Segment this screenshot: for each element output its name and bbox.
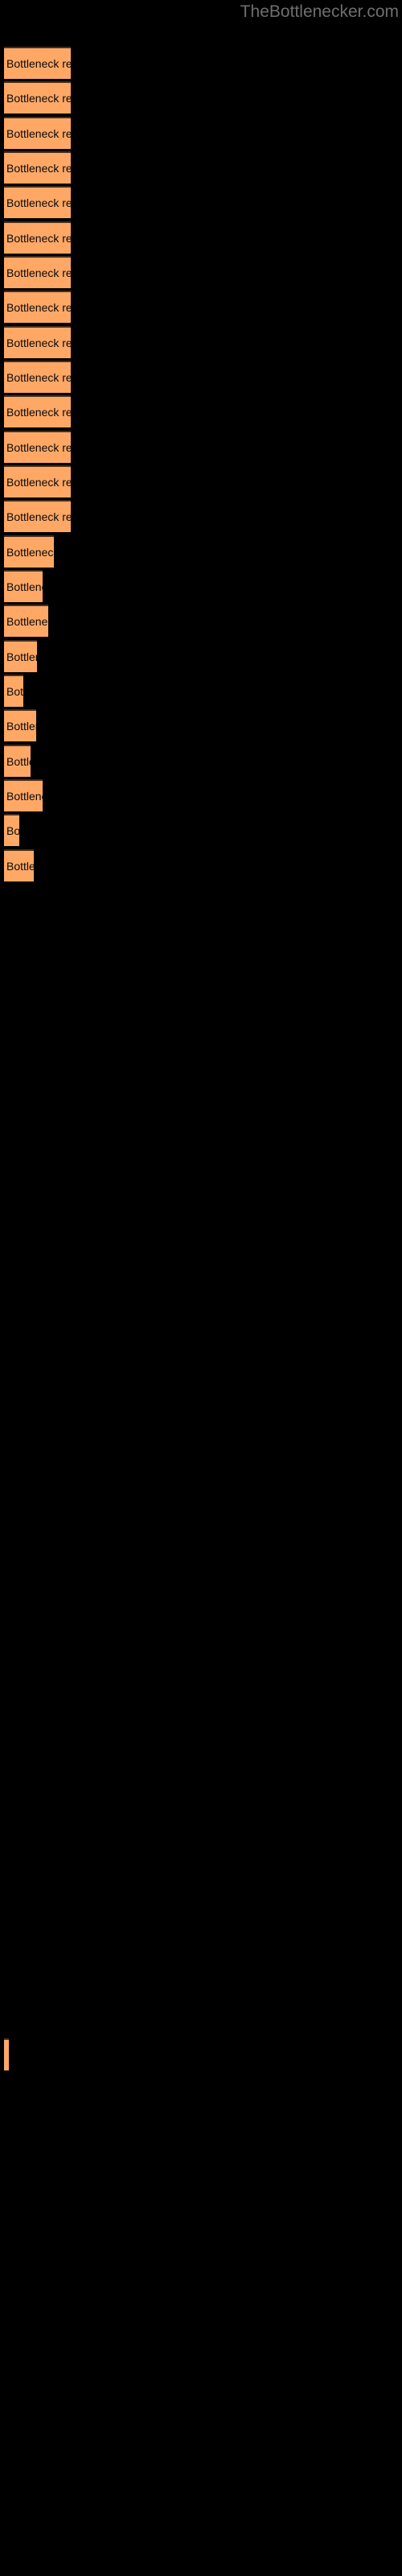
bar-label: Bottleneck result [6, 650, 37, 663]
bar-row: Bottleneck result [0, 151, 402, 184]
bar-bottleneck-result[interactable]: Bottleneck result [4, 151, 71, 184]
bar-row: Bottleneck result [0, 326, 402, 358]
bar-label: Bottleneck result [6, 546, 54, 559]
bottleneck-chart-root: TheBottlenecker.com Bottleneck resultBot… [0, 0, 402, 2576]
bar-row: Bottleneck result [0, 779, 402, 811]
bar-row: Bottleneck result [0, 395, 402, 427]
bar-bottleneck-result[interactable]: Bottleneck result [4, 186, 71, 218]
bar-row: Bottleneck result [0, 709, 402, 741]
bar-bottleneck-result[interactable]: Bottleneck result [4, 221, 71, 254]
bar-bottleneck-result[interactable]: Bottleneck result [4, 814, 19, 846]
bar-label: Bottleneck result [6, 510, 71, 523]
bar-label: Bottleneck result [6, 790, 43, 803]
bar-bottleneck-result[interactable]: Bottleneck result [4, 709, 36, 741]
bar-bottleneck-result[interactable]: Bottleneck result [4, 291, 71, 323]
bar-label: Bottleneck result [6, 755, 31, 768]
bar-bottleneck-result[interactable]: Bottleneck result [4, 779, 43, 811]
bar-bottleneck-result[interactable]: Bottleneck result [4, 47, 71, 79]
bar-bottleneck-result[interactable]: Bottleneck result [4, 431, 71, 463]
bar-row: Bottleneck result [0, 361, 402, 393]
bar-label: Bottleneck result [6, 162, 71, 175]
bar-label: Bottleneck result [6, 301, 71, 314]
bar-bottleneck-result[interactable]: Bottleneck result [4, 535, 54, 568]
bar-row: Bottleneck result [0, 675, 402, 707]
bar-bottleneck-result[interactable]: Bottleneck result [4, 640, 37, 672]
bar-row: Bottleneck result [0, 849, 402, 881]
bar-bottleneck-result[interactable]: Bottleneck result [4, 465, 71, 497]
bar-bottleneck-result[interactable]: Bottleneck result [4, 570, 43, 602]
bar-row: Bottleneck result [0, 256, 402, 288]
bar-row: Bottleneck result [0, 535, 402, 568]
bar-label: Bottleneck result [6, 371, 71, 384]
bar-label: Bottleneck result [6, 615, 48, 628]
bar-label: Bottleneck result [6, 824, 19, 837]
bar-bottleneck-result[interactable]: Bottleneck result [4, 256, 71, 288]
bar-label: Bottleneck result [6, 127, 71, 140]
bar-label: Bottleneck result [6, 232, 71, 245]
bar-label: Bottleneck result [6, 92, 71, 105]
bar-label: Bottleneck result [6, 441, 71, 454]
bar-label: Bottleneck result [6, 336, 71, 349]
bar-row: Bottleneck result [0, 117, 402, 149]
bar-bottleneck-result[interactable]: Bottleneck result [4, 745, 31, 777]
bar-label: Bottleneck result [6, 266, 71, 279]
bar-bottleneck-result[interactable]: Bottleneck result [4, 81, 71, 114]
bar-row: Bottleneck result [0, 221, 402, 254]
bar-row: Bottleneck result [0, 640, 402, 672]
bar-row: Bottleneck result [0, 814, 402, 846]
bar-row: Bottleneck result [0, 291, 402, 323]
bar-bottleneck-result[interactable]: Bottleneck result [4, 849, 34, 881]
bar-bottleneck-result[interactable]: Bottleneck result [4, 605, 48, 637]
bar-bottleneck-result[interactable]: Bottleneck result [4, 675, 23, 707]
bar-label: Bottleneck result [6, 406, 71, 419]
bar-label: Bottleneck result [6, 196, 71, 209]
bar-label: Bottleneck result [6, 685, 23, 698]
bar-row: Bottleneck result [0, 186, 402, 218]
bar-label: Bottleneck result [6, 476, 71, 489]
bar-label: Bottleneck result [6, 57, 71, 70]
bar-row: Bottleneck result [0, 431, 402, 463]
bar-row: Bottleneck result [0, 745, 402, 777]
bar-row: Bottleneck result [0, 2038, 402, 2070]
bar-bottleneck-result[interactable]: Bottleneck result [4, 2038, 9, 2070]
bar-row: Bottleneck result [0, 47, 402, 79]
bar-bottleneck-result[interactable]: Bottleneck result [4, 326, 71, 358]
bar-row: Bottleneck result [0, 500, 402, 532]
bar-label: Bottleneck result [6, 720, 36, 733]
bar-bottleneck-result[interactable]: Bottleneck result [4, 500, 71, 532]
bar-bottleneck-result[interactable]: Bottleneck result [4, 117, 71, 149]
bar-row: Bottleneck result [0, 465, 402, 497]
bar-row: Bottleneck result [0, 81, 402, 114]
bar-label: Bottleneck result [6, 860, 34, 873]
bar-bottleneck-result[interactable]: Bottleneck result [4, 361, 71, 393]
bar-bottleneck-result[interactable]: Bottleneck result [4, 395, 71, 427]
bar-label: Bottleneck result [6, 580, 43, 593]
bar-row: Bottleneck result [0, 570, 402, 602]
chart-plot-area: Bottleneck result Bottleneck result Bottle… [0, 0, 402, 2576]
bar-row: Bottleneck result [0, 605, 402, 637]
